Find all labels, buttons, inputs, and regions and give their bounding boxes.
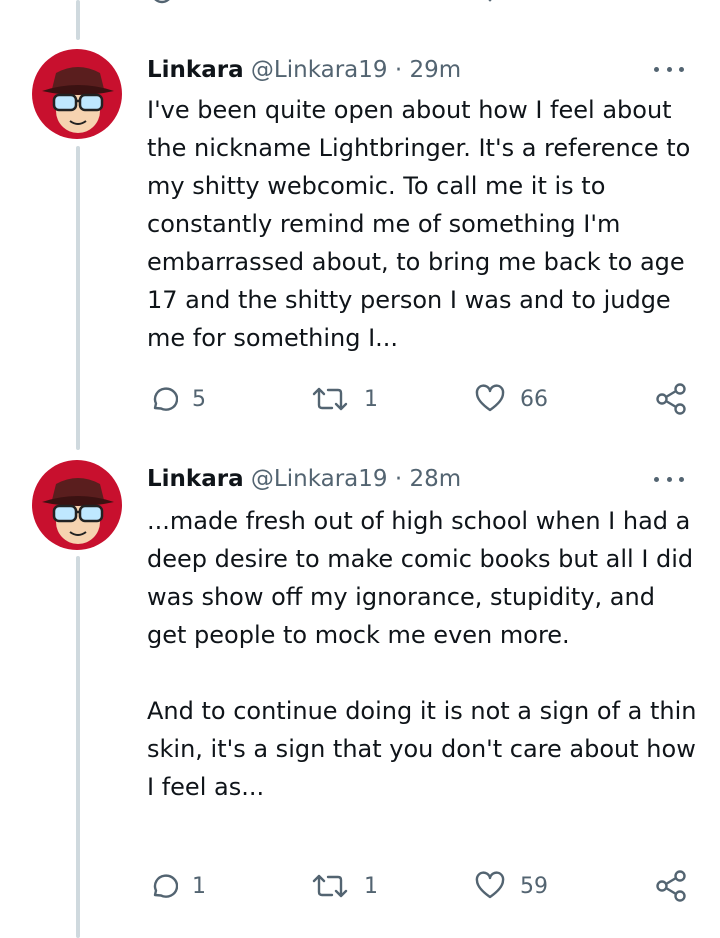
tweet-header: Linkara @Linkara19 · 29m	[147, 53, 461, 87]
retweet-arrows-icon	[312, 387, 348, 411]
user-handle[interactable]: @Linkara19	[251, 57, 388, 83]
retweet-button[interactable]: 1	[310, 381, 378, 417]
retweet-count: 1	[364, 386, 378, 412]
tweet-actions: 1 1 59	[0, 868, 720, 904]
timestamp[interactable]: 28m	[409, 466, 461, 492]
display-name[interactable]: Linkara	[147, 57, 244, 83]
tweet-actions: 5 1 66	[0, 381, 720, 417]
share-icon	[656, 870, 686, 902]
heart-icon	[475, 384, 505, 412]
more-dots-icon[interactable]	[654, 474, 684, 484]
share-button[interactable]	[654, 868, 688, 904]
tweet-text: ...made fresh out of high school when I …	[147, 502, 697, 806]
retweet-arrows-icon	[312, 874, 348, 898]
share-icon	[656, 383, 686, 415]
tweet-text: I've been quite open about how I feel ab…	[147, 91, 697, 357]
retweet-button[interactable]: 1	[310, 868, 378, 904]
reply-count: 5	[192, 386, 206, 412]
user-handle[interactable]: @Linkara19	[251, 466, 388, 492]
reply-icon[interactable]	[150, 0, 174, 6]
reply-button[interactable]: 5	[146, 381, 206, 417]
retweet-count: 1	[364, 873, 378, 899]
tweet-header: Linkara @Linkara19 · 28m	[147, 462, 461, 496]
speech-bubble-icon	[153, 874, 178, 898]
reply-button[interactable]: 1	[146, 868, 206, 904]
retweet-icon[interactable]	[316, 0, 340, 6]
avatar[interactable]	[32, 460, 122, 550]
display-name[interactable]: Linkara	[147, 466, 244, 492]
tweet-paragraph: ...made fresh out of high school when I …	[147, 507, 694, 649]
more-dots-icon[interactable]	[654, 64, 684, 74]
heart-icon	[475, 871, 505, 899]
avatar[interactable]	[32, 49, 122, 139]
speech-bubble-icon	[153, 387, 178, 411]
previous-tweet-actions	[0, 0, 720, 10]
like-icon[interactable]	[478, 0, 502, 6]
share-button[interactable]	[654, 381, 688, 417]
timestamp[interactable]: 29m	[409, 57, 461, 83]
tweet-paragraph: I've been quite open about how I feel ab…	[147, 96, 691, 352]
like-button[interactable]: 66	[474, 381, 548, 417]
like-button[interactable]: 59	[474, 868, 548, 904]
reply-count: 1	[192, 873, 206, 899]
separator-dot: ·	[394, 466, 403, 492]
like-count: 59	[520, 873, 548, 899]
separator-dot: ·	[394, 57, 403, 83]
tweet-paragraph: And to continue doing it is not a sign o…	[147, 697, 697, 801]
share-icon[interactable]	[664, 0, 688, 6]
like-count: 66	[520, 386, 548, 412]
